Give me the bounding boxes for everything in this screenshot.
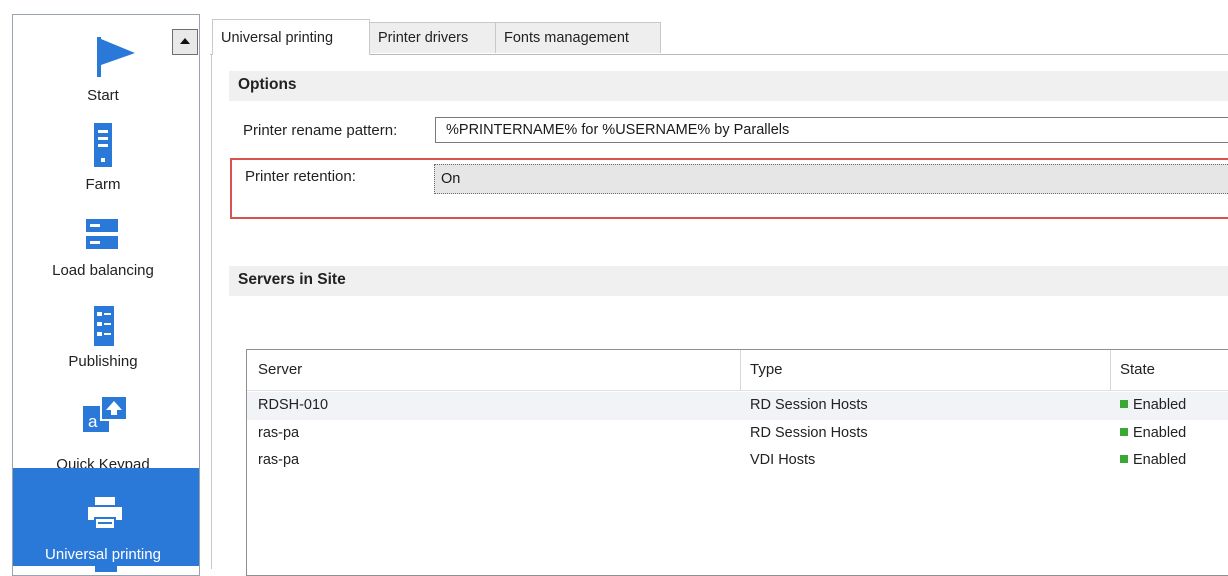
cell-state: Enabled [1120,452,1186,468]
server-tower-icon [94,123,112,167]
quick-keypad-icon: a [83,395,128,432]
column-header-type[interactable]: Type [750,361,783,378]
cell-state: Enabled [1120,397,1186,413]
nav-label-start: Start [87,87,119,104]
nav-item-publishing[interactable]: Publishing [13,303,199,393]
nav-label-load-balancing: Load balancing [52,262,154,279]
cell-server: RDSH-010 [258,397,329,413]
rename-pattern-label: Printer rename pattern: [243,122,398,139]
table-row[interactable]: ras-pa RD Session Hosts Enabled [247,420,1228,448]
column-separator[interactable] [1110,350,1111,390]
nav-label-farm: Farm [85,176,121,193]
rename-pattern-field[interactable]: %PRINTERNAME% for %USERNAME% by Parallel… [435,117,1228,143]
status-enabled-icon [1120,428,1128,436]
column-separator[interactable] [740,350,741,390]
navigation-panel: Start Farm Load balancing Publishing a Q… [12,14,200,576]
nav-item-universal-printing[interactable]: Universal printing [13,468,199,566]
flag-icon [97,37,135,77]
status-enabled-icon [1120,455,1128,463]
state-text: Enabled [1133,397,1187,413]
table-row[interactable]: ras-pa VDI Hosts Enabled [247,447,1228,475]
retention-select[interactable]: On [434,164,1228,194]
cell-server: ras-pa [258,425,300,441]
column-header-state[interactable]: State [1120,361,1155,378]
cell-state: Enabled [1120,425,1186,441]
nav-label-universal-printing: Universal printing [45,546,161,563]
servers-section-header: Servers in Site [229,266,1228,296]
content-divider [211,54,212,569]
tab-strip: Universal printing Printer drivers Fonts… [210,19,1228,55]
next-item-icon [95,566,117,572]
scroll-up-button[interactable] [172,29,198,55]
retention-label: Printer retention: [245,168,356,185]
publishing-list-icon [94,306,114,346]
cell-server: ras-pa [258,452,300,468]
tab-fonts-management[interactable]: Fonts management [495,22,661,53]
nav-item-farm[interactable]: Farm [13,120,199,210]
state-text: Enabled [1133,425,1187,441]
cell-type: VDI Hosts [750,452,816,468]
options-title: Options [238,76,297,93]
cell-type: RD Session Hosts [750,425,868,441]
tab-printer-drivers[interactable]: Printer drivers [369,22,496,53]
table-row[interactable]: RDSH-010 RD Session Hosts Enabled [247,392,1228,420]
options-section-header: Options [229,71,1228,101]
svg-text:a: a [88,412,98,431]
state-text: Enabled [1133,452,1187,468]
nav-label-publishing: Publishing [68,353,138,370]
nav-item-load-balancing[interactable]: Load balancing [13,215,199,305]
status-enabled-icon [1120,400,1128,408]
column-header-server[interactable]: Server [258,361,302,378]
servers-title: Servers in Site [238,271,346,288]
load-balancing-icon [86,219,118,249]
tab-universal-printing[interactable]: Universal printing [212,19,370,55]
servers-table: Server Type State RDSH-010 RD Session Ho… [246,349,1228,576]
table-header: Server Type State [247,350,1228,391]
printer-icon [88,497,122,530]
cell-type: RD Session Hosts [750,397,868,413]
